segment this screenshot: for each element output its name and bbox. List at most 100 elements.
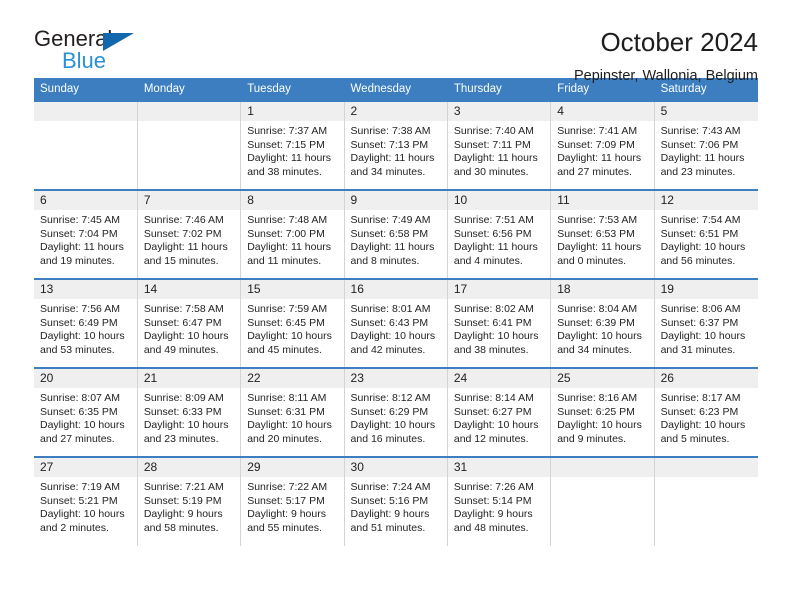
weekday-header-wednesday: Wednesday [344, 78, 448, 101]
sunrise-text: Sunrise: 7:43 AM [660, 125, 741, 137]
day-details: Sunrise: 7:49 AM Sunset: 6:58 PM Daylight:… [345, 210, 447, 268]
sunset-text: Sunset: 6:43 PM [350, 316, 429, 329]
calendar-day-cell[interactable]: 21 Sunrise: 8:09 AM Sunset: 6:33 PM Dayligh… [137, 367, 242, 457]
calendar-day-cell[interactable]: 17 Sunrise: 8:02 AM Sunset: 6:41 PM Dayligh… [447, 278, 552, 368]
day-details: Sunrise: 7:38 AM Sunset: 7:13 PM Daylight:… [345, 121, 447, 179]
calendar-day-cell[interactable]: 3 Sunrise: 7:40 AM Sunset: 7:11 PM Daylight… [447, 100, 552, 190]
daylight-text-line2: and 5 minutes. [660, 432, 730, 445]
calendar-day-cell[interactable]: 5 Sunrise: 7:43 AM Sunset: 7:06 PM Daylight… [654, 100, 758, 190]
calendar-day-cell[interactable]: 13 Sunrise: 7:56 AM Sunset: 6:49 PM Dayligh… [34, 278, 138, 368]
calendar-day-cell[interactable]: 26 Sunrise: 8:17 AM Sunset: 6:23 PM Dayligh… [654, 367, 758, 457]
calendar-day-cell[interactable]: 10 Sunrise: 7:51 AM Sunset: 6:56 PM Dayligh… [447, 189, 552, 279]
daylight-text-line2: and 42 minutes. [350, 343, 426, 356]
daylight-text-line2: and 23 minutes. [660, 165, 736, 178]
day-details: Sunrise: 8:01 AM Sunset: 6:43 PM Daylight:… [345, 299, 447, 357]
sunset-text: Sunset: 7:15 PM [247, 138, 325, 151]
calendar-day-cell[interactable]: 27 Sunrise: 7:19 AM Sunset: 5:21 PM Dayligh… [34, 456, 138, 546]
sunrise-text: Sunrise: 8:12 AM [350, 392, 431, 404]
sunset-text: Sunset: 6:25 PM [557, 405, 635, 418]
day-cell-inner: 24 Sunrise: 8:14 AM Sunset: 6:27 PM Dayligh… [447, 369, 551, 456]
day-number [654, 458, 758, 477]
daylight-text-line1: Daylight: 10 hours [350, 330, 436, 343]
calendar-day-cell[interactable]: 20 Sunrise: 8:07 AM Sunset: 6:35 PM Dayligh… [34, 367, 138, 457]
day-cell-inner: 27 Sunrise: 7:19 AM Sunset: 5:21 PM Dayligh… [34, 458, 137, 546]
day-cell-inner: 1 Sunrise: 7:37 AM Sunset: 7:15 PM Daylight… [241, 102, 344, 189]
calendar-day-cell[interactable]: 19 Sunrise: 8:06 AM Sunset: 6:37 PM Dayligh… [654, 278, 758, 368]
page-header: General Blue October 2024 Pepinster, Wal… [34, 0, 758, 84]
day-number: 1 [241, 102, 344, 121]
daylight-text-line2: and 27 minutes. [557, 165, 632, 178]
day-cell-inner: 6 Sunrise: 7:45 AM Sunset: 7:04 PM Daylight… [34, 191, 137, 278]
calendar-day-cell-empty [34, 100, 138, 190]
daylight-text-line1: Daylight: 10 hours [40, 419, 125, 432]
general-blue-logo[interactable]: General Blue [34, 28, 154, 74]
day-details: Sunrise: 8:09 AM Sunset: 6:33 PM Daylight:… [138, 388, 240, 446]
day-details: Sunrise: 7:46 AM Sunset: 7:02 PM Daylight:… [138, 210, 240, 268]
sunrise-text: Sunrise: 7:38 AM [350, 125, 431, 137]
day-details: Sunrise: 8:12 AM Sunset: 6:29 PM Daylight:… [345, 388, 447, 446]
daylight-text-line2: and 27 minutes. [40, 432, 115, 445]
calendar-day-cell[interactable]: 16 Sunrise: 8:01 AM Sunset: 6:43 PM Dayligh… [344, 278, 448, 368]
calendar-day-cell[interactable]: 25 Sunrise: 8:16 AM Sunset: 6:25 PM Dayligh… [550, 367, 655, 457]
page-title: October 2024 [600, 27, 758, 57]
calendar-day-cell[interactable]: 12 Sunrise: 7:54 AM Sunset: 6:51 PM Dayligh… [654, 189, 758, 279]
calendar-body: 1 Sunrise: 7:37 AM Sunset: 7:15 PM Daylight… [34, 100, 758, 546]
day-number [551, 458, 654, 477]
day-number: 24 [447, 369, 551, 388]
day-details: Sunrise: 7:56 AM Sunset: 6:49 PM Daylight:… [34, 299, 137, 357]
calendar-day-cell[interactable]: 30 Sunrise: 7:24 AM Sunset: 5:16 PM Dayligh… [344, 456, 448, 546]
daylight-text-line2: and 8 minutes. [350, 254, 420, 267]
day-details: Sunrise: 7:19 AM Sunset: 5:21 PM Daylight:… [34, 477, 137, 535]
calendar-day-cell[interactable]: 18 Sunrise: 8:04 AM Sunset: 6:39 PM Dayligh… [550, 278, 655, 368]
daylight-text-line1: Daylight: 11 hours [350, 152, 435, 165]
daylight-text-line2: and 55 minutes. [247, 521, 322, 534]
day-details: Sunrise: 7:51 AM Sunset: 6:56 PM Daylight:… [448, 210, 550, 268]
day-number: 25 [551, 369, 654, 388]
daylight-text-line1: Daylight: 9 hours [453, 508, 533, 521]
day-number: 30 [344, 458, 447, 477]
calendar-day-cell[interactable]: 14 Sunrise: 7:58 AM Sunset: 6:47 PM Dayligh… [137, 278, 242, 368]
calendar-day-cell[interactable]: 29 Sunrise: 7:22 AM Sunset: 5:17 PM Dayligh… [240, 456, 345, 546]
calendar-day-cell[interactable]: 4 Sunrise: 7:41 AM Sunset: 7:09 PM Daylight… [550, 100, 655, 190]
calendar-day-cell[interactable]: 28 Sunrise: 7:21 AM Sunset: 5:19 PM Dayligh… [137, 456, 242, 546]
calendar-day-cell[interactable]: 9 Sunrise: 7:49 AM Sunset: 6:58 PM Daylight… [344, 189, 448, 279]
calendar-day-cell[interactable]: 6 Sunrise: 7:45 AM Sunset: 7:04 PM Daylight… [34, 189, 138, 279]
day-details: Sunrise: 8:16 AM Sunset: 6:25 PM Daylight:… [551, 388, 653, 446]
sunrise-text: Sunrise: 8:07 AM [40, 392, 120, 404]
calendar-day-cell[interactable]: 31 Sunrise: 7:26 AM Sunset: 5:14 PM Dayligh… [447, 456, 552, 546]
calendar-week-row: 6 Sunrise: 7:45 AM Sunset: 7:04 PM Daylight… [34, 189, 758, 279]
day-number: 4 [551, 102, 654, 121]
daylight-text-line1: Daylight: 11 hours [40, 241, 124, 254]
daylight-text-line1: Daylight: 10 hours [143, 330, 229, 343]
calendar-week-row: 27 Sunrise: 7:19 AM Sunset: 5:21 PM Dayligh… [34, 456, 758, 546]
sunrise-text: Sunrise: 7:24 AM [350, 481, 431, 493]
calendar-day-cell[interactable]: 22 Sunrise: 8:11 AM Sunset: 6:31 PM Dayligh… [240, 367, 345, 457]
calendar-day-cell[interactable]: 24 Sunrise: 8:14 AM Sunset: 6:27 PM Dayligh… [447, 367, 552, 457]
daylight-text-line2: and 16 minutes. [350, 432, 426, 445]
calendar-day-cell[interactable]: 8 Sunrise: 7:48 AM Sunset: 7:00 PM Daylight… [240, 189, 345, 279]
day-number: 31 [447, 458, 551, 477]
sunset-text: Sunset: 5:19 PM [143, 494, 222, 507]
sunrise-text: Sunrise: 8:06 AM [660, 303, 741, 315]
daylight-text-line2: and 2 minutes. [40, 521, 109, 534]
daylight-text-line1: Daylight: 10 hours [453, 419, 539, 432]
daylight-text-line1: Daylight: 10 hours [660, 241, 746, 254]
calendar-day-cell[interactable]: 2 Sunrise: 7:38 AM Sunset: 7:13 PM Daylight… [344, 100, 448, 190]
day-cell-inner: 29 Sunrise: 7:22 AM Sunset: 5:17 PM Dayligh… [241, 458, 344, 546]
daylight-text-line1: Daylight: 9 hours [143, 508, 223, 521]
sunset-text: Sunset: 6:53 PM [557, 227, 635, 240]
sunrise-text: Sunrise: 7:49 AM [350, 214, 431, 226]
calendar-day-cell[interactable]: 11 Sunrise: 7:53 AM Sunset: 6:53 PM Dayligh… [550, 189, 655, 279]
calendar-day-cell[interactable]: 15 Sunrise: 7:59 AM Sunset: 6:45 PM Dayligh… [240, 278, 345, 368]
day-number: 10 [447, 191, 551, 210]
calendar-day-cell[interactable]: 23 Sunrise: 8:12 AM Sunset: 6:29 PM Dayligh… [344, 367, 448, 457]
day-details: Sunrise: 7:41 AM Sunset: 7:09 PM Daylight:… [551, 121, 653, 179]
day-number [34, 102, 137, 121]
calendar-day-cell[interactable]: 7 Sunrise: 7:46 AM Sunset: 7:02 PM Daylight… [137, 189, 242, 279]
sunset-text: Sunset: 6:58 PM [350, 227, 429, 240]
sunrise-text: Sunrise: 8:01 AM [350, 303, 431, 315]
daylight-text-line2: and 45 minutes. [247, 343, 322, 356]
calendar-day-cell[interactable]: 1 Sunrise: 7:37 AM Sunset: 7:15 PM Daylight… [240, 100, 345, 190]
day-cell-inner: 7 Sunrise: 7:46 AM Sunset: 7:02 PM Daylight… [137, 191, 241, 278]
daylight-text-line2: and 30 minutes. [453, 165, 529, 178]
